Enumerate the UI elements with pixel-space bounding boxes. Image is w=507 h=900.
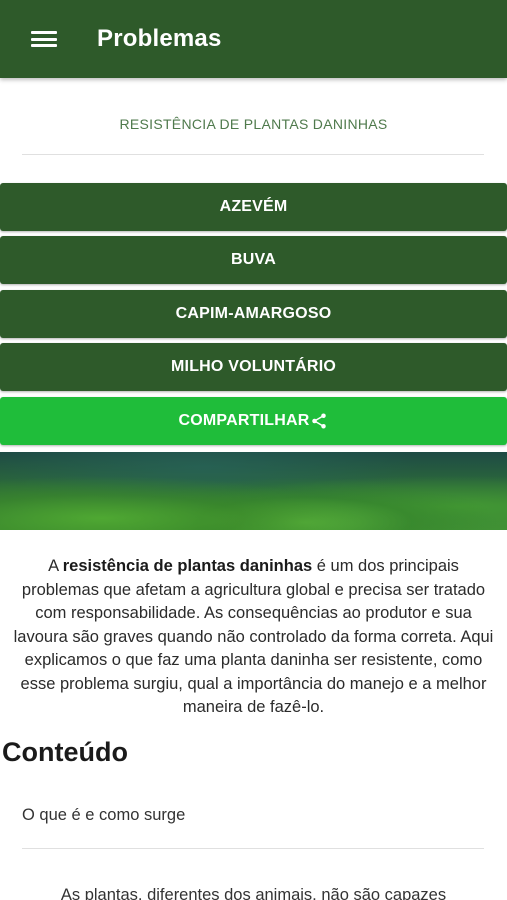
page-title: Problemas (97, 25, 222, 52)
intro-bold-term: resistência de plantas daninhas (62, 557, 313, 575)
section-subtitle: RESISTÊNCIA DE PLANTAS DANINHAS (119, 116, 388, 132)
share-icon (312, 413, 327, 429)
intro-prefix: A (48, 557, 63, 575)
buva-button[interactable]: BUVA (0, 236, 507, 284)
share-button-label: COMPARTILHAR (178, 412, 310, 429)
divider (22, 848, 484, 849)
milho-voluntario-button[interactable]: MILHO VOLUNTÁRIO (0, 343, 507, 391)
body-text-partial: As plantas, diferentes dos animais, não … (60, 886, 447, 900)
intro-text: é um dos principais problemas que afetam… (13, 557, 494, 716)
contents-heading: Conteúdo (2, 737, 128, 767)
toc-item-what-is[interactable]: O que é e como surge (22, 806, 185, 825)
hamburger-menu-icon[interactable] (31, 29, 57, 49)
app-bar: Problemas (0, 0, 507, 78)
divider (22, 154, 484, 155)
weeds-banner-image (0, 452, 507, 530)
azevem-button[interactable]: AZEVÉM (0, 183, 507, 231)
intro-paragraph: A resistência de plantas daninhas é um d… (8, 555, 499, 720)
capim-amargoso-button[interactable]: CAPIM-AMARGOSO (0, 290, 507, 338)
share-button[interactable]: COMPARTILHAR (0, 397, 507, 445)
